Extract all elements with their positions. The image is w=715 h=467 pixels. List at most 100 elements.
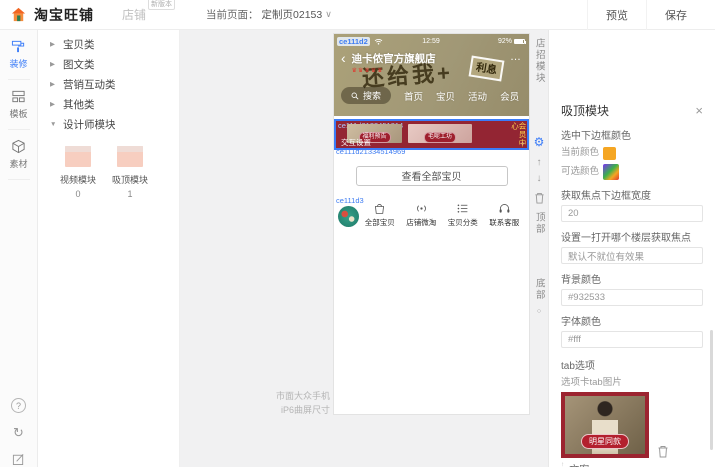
current-page-value: 定制页02153 xyxy=(262,7,323,22)
shop-banner-module[interactable]: 还给我+ 利息 ce111d2 12:59 92% ‹ 迪卡侬官方旗舰店 ♛♛♛… xyxy=(334,34,529,116)
module-thumb-sticky[interactable]: 吸顶模块 1 xyxy=(104,146,156,199)
category-label: 图文类 xyxy=(63,57,95,72)
tab-activity[interactable]: 活动 xyxy=(468,89,487,103)
category-marketing[interactable]: ▶ 营销互动类 xyxy=(38,74,179,94)
category-label: 设计师模块 xyxy=(63,117,116,132)
category-imagetext[interactable]: ▶ 图文类 xyxy=(38,54,179,74)
move-down-icon[interactable]: ↓ xyxy=(530,174,548,184)
rail-item-template[interactable]: 模板 xyxy=(0,80,37,129)
reorder-arrows-icon[interactable]: ↑↓ xyxy=(561,462,564,467)
save-button[interactable]: 保存 xyxy=(646,0,705,30)
gear-icon[interactable]: ⚙ xyxy=(530,136,548,148)
settings-panel: 吸顶模块 × 选中下边框颜色 当前颜色 可选颜色 获取焦点下边框宽度 设置一打开… xyxy=(548,30,715,467)
focus-width-input[interactable] xyxy=(561,205,703,222)
font-color-input[interactable] xyxy=(561,331,703,348)
edit-icon[interactable] xyxy=(12,452,25,465)
rail-item-label: 素材 xyxy=(9,157,27,170)
current-page-label: 当前页面： xyxy=(206,7,259,22)
category-label: 其他类 xyxy=(63,97,95,112)
delete-module-icon[interactable] xyxy=(530,192,548,207)
tab-card-button: 毛呢工坊 xyxy=(424,132,456,143)
paint-roller-icon xyxy=(11,39,26,54)
rail-item-label: 模板 xyxy=(9,107,27,120)
help-icon[interactable]: ? xyxy=(11,398,26,413)
current-page[interactable]: 当前页面： 定制页02153 ∨ xyxy=(206,7,332,22)
tab-search[interactable]: 搜索 xyxy=(341,87,391,104)
headset-icon xyxy=(498,202,511,215)
tab-home[interactable]: 首页 xyxy=(404,89,423,103)
module-id-badge: ce111d2 xyxy=(337,37,370,46)
category-items[interactable]: ▶ 宝贝类 xyxy=(38,34,179,54)
open-focus-input[interactable] xyxy=(561,247,703,264)
nav-items: 全部宝贝 店铺微淘 宝贝分类 xyxy=(359,202,525,228)
app: 淘宝旺铺 店铺 新版本 当前页面： 定制页02153 ∨ 预览 保存 装修 xyxy=(0,0,715,467)
jump-bottom-button[interactable]: 底部 xyxy=(530,278,548,304)
nav-item-weitao[interactable]: 店铺微淘 xyxy=(406,202,436,228)
banner-module-tag: 店招模块 xyxy=(530,38,548,87)
battery: 92% xyxy=(498,38,525,45)
close-icon[interactable]: × xyxy=(695,104,703,117)
module-panel: ▶ 宝贝类 ▶ 图文类 ▶ 营销互动类 ▶ 其他类 ▼ 设计师模块 视频模块 0 xyxy=(38,30,180,467)
sticky-module-selected[interactable]: ce111d2133451314 福利预告 毛呢工坊 交互设置 会员中心 ○ xyxy=(334,119,529,150)
delete-image-icon[interactable] xyxy=(657,445,669,458)
chevron-right-icon: ▶ xyxy=(50,40,57,48)
module-thumb-video[interactable]: 视频模块 0 xyxy=(52,146,104,199)
category-label: 营销互动类 xyxy=(63,77,116,92)
move-up-icon[interactable]: ↑ xyxy=(530,158,548,168)
bg-color-input[interactable] xyxy=(561,289,703,306)
canvas-gutter: 店招模块 ⚙ ↑ ↓ 顶部 底部 ○ xyxy=(530,30,548,467)
current-color-swatch[interactable] xyxy=(603,147,616,160)
version-badge: 新版本 xyxy=(148,0,175,10)
tab-card-2[interactable]: 毛呢工坊 xyxy=(408,124,472,143)
chevron-down-icon[interactable]: ∨ xyxy=(325,9,332,20)
rail-item-material[interactable]: 素材 xyxy=(0,130,37,179)
more-icon[interactable]: … xyxy=(510,51,522,74)
nav-item-categories[interactable]: 宝贝分类 xyxy=(448,202,478,228)
scroll-dot-icon[interactable]: ○ xyxy=(530,308,548,315)
tab-image-thumbnail[interactable]: 明星同款 xyxy=(561,392,649,458)
shop-row: ‹ 迪卡侬官方旗舰店 ♛♛♛♛♛ … xyxy=(341,51,522,74)
header-actions: 预览 保存 xyxy=(587,0,705,30)
open-focus-label: 设置一打开哪个楼层获取焦点 xyxy=(561,229,703,244)
nav-item-all-items[interactable]: 全部宝贝 xyxy=(365,202,395,228)
tab-items[interactable]: 宝贝 xyxy=(436,89,455,103)
tab-section-label: tab选项 xyxy=(561,357,703,372)
chevron-right-icon: ▶ xyxy=(50,60,57,68)
panel-title: 吸顶模块 xyxy=(561,102,609,119)
banner-tabs: 搜索 首页 宝贝 活动 会员 xyxy=(341,87,522,104)
tab-image-label: 选项卡tab图片 xyxy=(561,374,703,388)
layout-grid-icon xyxy=(11,89,26,104)
page-dot-icon: ○ xyxy=(521,142,524,147)
clock: 12:59 xyxy=(422,38,440,45)
battery-icon xyxy=(514,39,525,44)
border-color-section-label: 选中下边框颜色 xyxy=(561,127,703,142)
shop-identity: 迪卡侬官方旗舰店 ♛♛♛♛♛ xyxy=(352,51,436,74)
caption-label: 文案 xyxy=(569,461,589,467)
jump-top-button[interactable]: 顶部 xyxy=(530,212,548,238)
view-all-module[interactable]: 查看全部宝贝 xyxy=(334,155,529,196)
module-name: 吸顶模块 xyxy=(112,173,148,186)
back-icon[interactable]: ‹ xyxy=(341,51,346,74)
shop-avatar xyxy=(338,206,359,227)
preview-button[interactable]: 预览 xyxy=(587,0,646,30)
view-all-button[interactable]: 查看全部宝贝 xyxy=(356,166,508,186)
cube-icon xyxy=(11,139,26,154)
header: 淘宝旺铺 店铺 新版本 当前页面： 定制页02153 ∨ 预览 保存 xyxy=(0,0,715,30)
phone-size-note: 市面大众手机 iP6曲屏尺寸 xyxy=(246,389,330,418)
designer-module-list: 视频模块 0 吸顶模块 1 xyxy=(38,134,179,199)
nav-item-service[interactable]: 联系客服 xyxy=(489,202,519,228)
module-count: 0 xyxy=(75,189,80,199)
panel-scrollbar[interactable] xyxy=(710,330,713,450)
wangpu-logo-icon xyxy=(10,6,27,23)
category-designer[interactable]: ▼ 设计师模块 xyxy=(38,114,179,134)
refresh-icon[interactable]: ↻ xyxy=(13,426,24,439)
category-other[interactable]: ▶ 其他类 xyxy=(38,94,179,114)
shop-name: 迪卡侬官方旗舰店 xyxy=(352,51,436,66)
color-picker-swatch[interactable] xyxy=(603,164,619,180)
font-color-label: 字体颜色 xyxy=(561,313,703,328)
rail-item-label: 装修 xyxy=(9,57,27,70)
rail-item-decorate[interactable]: 装修 xyxy=(0,30,37,79)
tab-shop[interactable]: 店铺 新版本 xyxy=(122,6,146,23)
current-color-label: 当前颜色 xyxy=(561,147,603,159)
tab-member[interactable]: 会员 xyxy=(500,89,519,103)
